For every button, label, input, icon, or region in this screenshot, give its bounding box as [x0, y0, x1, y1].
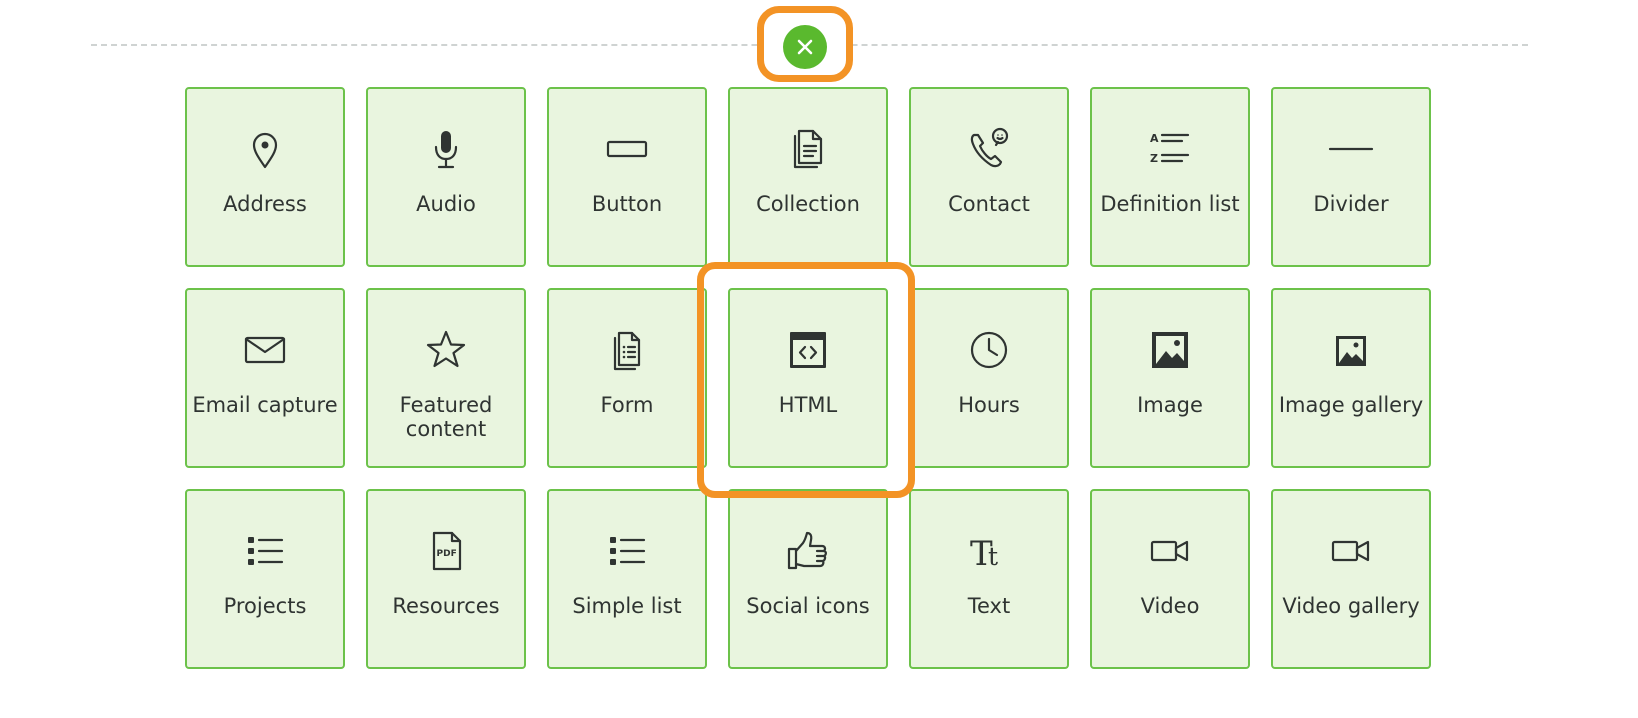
- definition-list-icon: AZ: [1148, 127, 1192, 171]
- tile-form[interactable]: Form: [547, 288, 707, 468]
- map-pin-icon: [243, 127, 287, 171]
- thumbs-up-icon: [786, 529, 830, 573]
- button-icon: [605, 127, 649, 171]
- simple-list-icon-graphic: [610, 537, 646, 565]
- tile-hours[interactable]: Hours: [909, 288, 1069, 468]
- text-icon-graphic: Tt: [970, 534, 998, 574]
- tile-collection[interactable]: Collection: [728, 87, 888, 267]
- microphone-icon-graphic: [434, 131, 458, 169]
- tile-email-capture[interactable]: Email capture: [185, 288, 345, 468]
- tile-audio[interactable]: Audio: [366, 87, 526, 267]
- form-icon-graphic: [613, 331, 641, 371]
- star-icon: [424, 328, 468, 372]
- tile-label: Divider: [1313, 192, 1389, 216]
- tile-label: Image: [1137, 393, 1203, 417]
- tile-label: Form: [600, 393, 654, 417]
- svg-text:t: t: [988, 542, 998, 571]
- list-icon: [243, 529, 287, 573]
- tile-label: Contact: [948, 192, 1030, 216]
- tile-label: Collection: [756, 192, 860, 216]
- tile-label: Text: [967, 594, 1011, 618]
- tile-text[interactable]: Tt Text: [909, 489, 1069, 669]
- text-icon: Tt: [967, 529, 1011, 574]
- form-icon: [605, 328, 649, 372]
- envelope-icon-graphic: [244, 336, 286, 364]
- video-camera-icon-graphic: [1150, 540, 1189, 562]
- tile-address[interactable]: Address: [185, 87, 345, 267]
- video-camera-icon: [1148, 529, 1192, 573]
- tile-label: Hours: [958, 393, 1020, 417]
- clock-icon: [967, 328, 1011, 372]
- phone-chat-icon-graphic: [970, 127, 1009, 168]
- tile-video[interactable]: Video: [1090, 489, 1250, 669]
- tile-definition-list[interactable]: A Z Definition list: [1090, 87, 1250, 267]
- tile-resources[interactable]: PDF Resources: [366, 489, 526, 669]
- star-icon-graphic: [426, 330, 466, 368]
- block-type-grid: Address Audio Button Collection Contact …: [185, 87, 1431, 669]
- tile-image-gallery[interactable]: Image gallery: [1271, 288, 1431, 468]
- tile-image[interactable]: Image: [1090, 288, 1250, 468]
- image-icon: [1148, 328, 1192, 372]
- clock-icon-graphic: [970, 331, 1008, 369]
- tile-projects[interactable]: Projects: [185, 489, 345, 669]
- tile-label: Video gallery: [1282, 594, 1420, 618]
- simple-list-icon: [605, 529, 649, 573]
- tile-label: Resources: [392, 594, 500, 618]
- pdf-icon: PDF: [424, 529, 468, 573]
- tile-simple-list[interactable]: Simple list: [547, 489, 707, 669]
- svg-text:A: A: [1150, 132, 1159, 145]
- html-code-icon: [786, 328, 830, 372]
- svg-text:PDF: PDF: [437, 549, 457, 559]
- tile-divider[interactable]: Divider: [1271, 87, 1431, 267]
- image-gallery-icon: [1329, 328, 1373, 372]
- image-icon-graphic: [1152, 332, 1188, 368]
- tile-label: Simple list: [572, 594, 682, 618]
- tile-contact[interactable]: Contact: [909, 87, 1069, 267]
- tile-label: HTML: [778, 393, 838, 417]
- tile-featured-content[interactable]: Featured content: [366, 288, 526, 468]
- envelope-icon: [243, 328, 287, 372]
- tile-html[interactable]: HTML: [728, 288, 888, 468]
- documents-icon: [786, 127, 830, 171]
- tile-label: Button: [591, 192, 663, 216]
- tile-label: Featured content: [399, 393, 493, 441]
- close-icon: [797, 39, 813, 55]
- divider-icon: [1328, 127, 1374, 171]
- tile-label: Projects: [223, 594, 307, 618]
- map-pin-icon-graphic: [252, 132, 278, 169]
- video-gallery-icon: [1329, 529, 1373, 573]
- microphone-icon: [424, 127, 468, 171]
- definition-list-icon-graphic: AZ: [1150, 132, 1190, 165]
- tile-label: Email capture: [192, 393, 338, 417]
- close-button[interactable]: [783, 25, 827, 69]
- video-gallery-icon-graphic: [1331, 540, 1370, 562]
- tile-label: Image gallery: [1278, 393, 1424, 417]
- documents-icon-graphic: [793, 129, 823, 169]
- svg-text:Z: Z: [1150, 152, 1158, 165]
- tile-label: Audio: [416, 192, 476, 216]
- tile-label: Address: [223, 192, 307, 216]
- tile-video-gallery[interactable]: Video gallery: [1271, 489, 1431, 669]
- html-code-icon-graphic: [790, 332, 826, 368]
- tile-button[interactable]: Button: [547, 87, 707, 267]
- pdf-icon-graphic: PDF: [432, 531, 462, 571]
- tile-label: Social icons: [746, 594, 870, 618]
- list-icon-graphic: [248, 537, 284, 565]
- button-icon-graphic: [606, 140, 648, 158]
- phone-chat-icon: [967, 127, 1011, 171]
- tile-label: Definition list: [1100, 192, 1240, 216]
- divider-icon-graphic: [1328, 147, 1374, 151]
- close-button-highlight: [757, 6, 853, 82]
- tile-social-icons[interactable]: Social icons: [728, 489, 888, 669]
- thumbs-up-icon-graphic: [787, 531, 827, 570]
- image-gallery-icon-graphic: [1336, 336, 1366, 366]
- tile-label: Video: [1140, 594, 1200, 618]
